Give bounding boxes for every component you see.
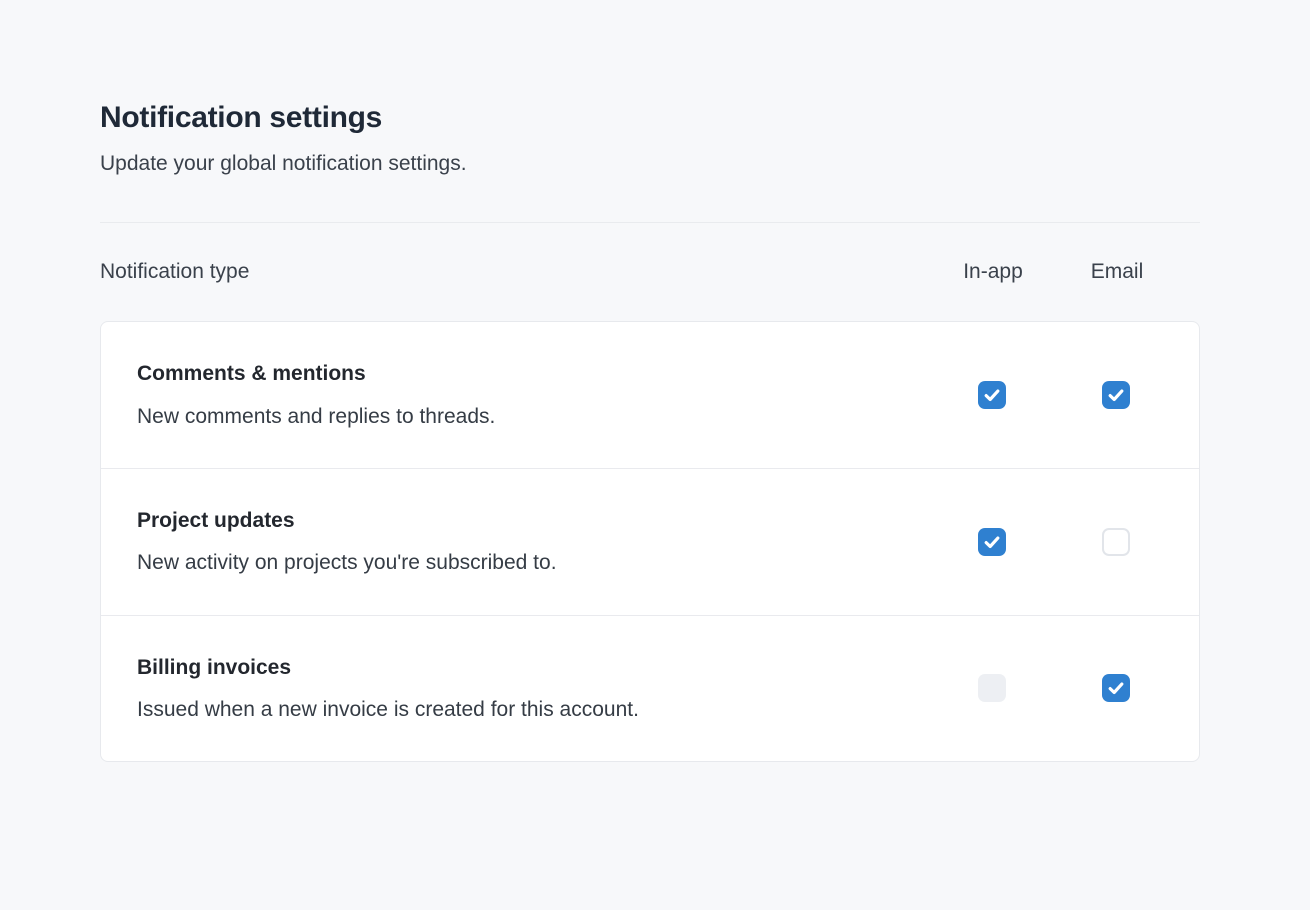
email-checkbox[interactable] [1102, 381, 1130, 409]
row-title: Comments & mentions [137, 360, 932, 387]
checkmark-icon [982, 385, 1002, 405]
row-text: Billing invoices Issued when a new invoi… [137, 654, 952, 724]
row-description: New comments and replies to threads. [137, 403, 932, 430]
column-header-notification-type: Notification type [100, 260, 953, 284]
page: Notification settings Update your global… [0, 0, 1200, 762]
row-text: Project updates New activity on projects… [137, 507, 952, 577]
row-description: New activity on projects you're subscrib… [137, 549, 932, 576]
column-header-email: Email [1077, 260, 1157, 284]
row-text: Comments & mentions New comments and rep… [137, 360, 952, 430]
checkmark-icon [1106, 385, 1126, 405]
notification-settings-card: Comments & mentions New comments and rep… [100, 321, 1200, 762]
email-checkbox-cell [1076, 381, 1156, 409]
table-row: Project updates New activity on projects… [101, 468, 1199, 615]
in-app-checkbox-cell [952, 674, 1032, 702]
in-app-checkbox-cell [952, 528, 1032, 556]
row-title: Project updates [137, 507, 932, 534]
in-app-checkbox [978, 674, 1006, 702]
page-subtitle: Update your global notification settings… [100, 150, 1200, 178]
table-row: Billing invoices Issued when a new invoi… [101, 615, 1199, 762]
row-title: Billing invoices [137, 654, 932, 681]
table-row: Comments & mentions New comments and rep… [101, 322, 1199, 468]
page-title: Notification settings [100, 100, 1200, 136]
in-app-checkbox-cell [952, 381, 1032, 409]
email-checkbox-cell [1076, 674, 1156, 702]
in-app-checkbox[interactable] [978, 381, 1006, 409]
checkmark-icon [982, 532, 1002, 552]
in-app-checkbox[interactable] [978, 528, 1006, 556]
email-checkbox[interactable] [1102, 528, 1130, 556]
checkmark-icon [1106, 678, 1126, 698]
table-header-row: Notification type In-app Email [100, 223, 1200, 321]
column-header-in-app: In-app [953, 260, 1033, 284]
email-checkbox[interactable] [1102, 674, 1130, 702]
row-description: Issued when a new invoice is created for… [137, 696, 932, 723]
email-checkbox-cell [1076, 528, 1156, 556]
